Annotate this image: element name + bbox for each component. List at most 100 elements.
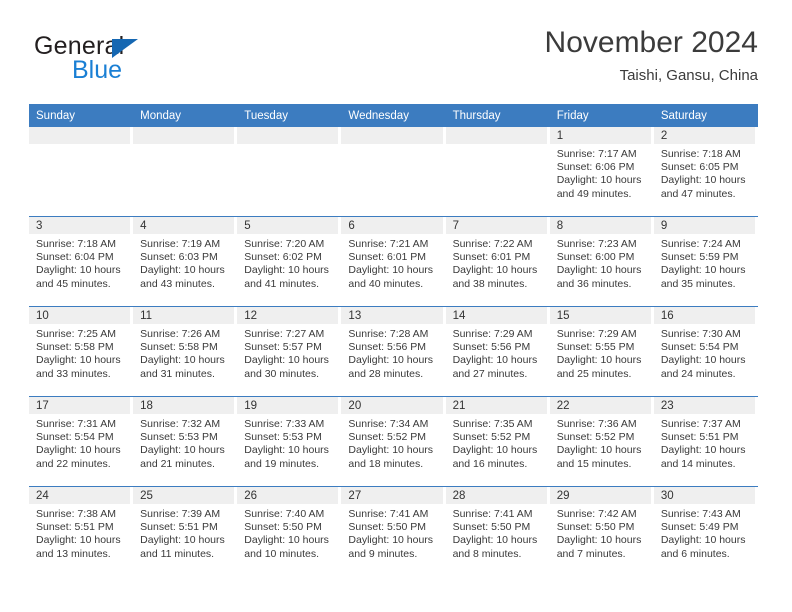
daylight-text-line2: and 8 minutes.: [452, 547, 522, 560]
title-block: November 2024 Taishi, Gansu, China: [545, 26, 758, 84]
calendar-day-cell[interactable]: 4 Sunrise: 7:19 AM Sunset: 6:03 PM Daylight…: [133, 216, 238, 307]
day-number-band: 13: [341, 307, 443, 324]
daylight-text-line2: and 19 minutes.: [244, 457, 319, 470]
daylight-text-line1: Daylight: 10 hours: [244, 444, 329, 457]
calendar-day-cell[interactable]: 30 Sunrise: 7:43 AM Sunset: 5:49 PM Dayligh…: [653, 486, 758, 576]
calendar-day-cell[interactable]: 15 Sunrise: 7:29 AM Sunset: 5:55 PM Dayligh…: [549, 306, 654, 397]
day-number: 15: [556, 310, 570, 322]
day-number-band: [237, 127, 339, 144]
sunset-text: Sunset: 6:01 PM: [348, 251, 427, 264]
logo-text-blue: Blue: [72, 56, 123, 84]
daylight-text-line2: and 36 minutes.: [556, 277, 632, 290]
calendar-week-row: 24 Sunrise: 7:38 AM Sunset: 5:51 PM Dayligh…: [29, 486, 758, 576]
calendar-day-cell[interactable]: 25 Sunrise: 7:39 AM Sunset: 5:51 PM Dayligh…: [133, 486, 238, 576]
sunset-text: Sunset: 6:00 PM: [556, 251, 635, 264]
daylight-text-line2: and 13 minutes.: [36, 547, 111, 560]
calendar-day-cell[interactable]: 23 Sunrise: 7:37 AM Sunset: 5:51 PM Dayligh…: [653, 396, 758, 487]
day-cell-inner: 23 Sunrise: 7:37 AM Sunset: 5:51 PM Dayligh…: [653, 397, 758, 486]
day-cell-inner: [29, 127, 133, 216]
day-sun-info: Sunrise: 7:39 AM Sunset: 5:51 PM Daylight:…: [133, 504, 237, 561]
day-number: 22: [556, 400, 570, 412]
sunset-text: Sunset: 5:49 PM: [660, 521, 739, 534]
calendar-day-cell[interactable]: 6 Sunrise: 7:21 AM Sunset: 6:01 PM Daylight…: [341, 216, 446, 307]
day-sun-info: Sunrise: 7:41 AM Sunset: 5:50 PM Daylight:…: [446, 504, 550, 561]
daylight-text-line1: Daylight: 10 hours: [452, 444, 538, 457]
calendar-day-cell-empty: [341, 127, 445, 217]
calendar-week-row: 17 Sunrise: 7:31 AM Sunset: 5:54 PM Dayligh…: [29, 396, 758, 487]
sunset-text: Sunset: 5:54 PM: [660, 341, 739, 354]
day-cell-inner: 1 Sunrise: 7:17 AM Sunset: 6:06 PM Daylight…: [549, 127, 654, 216]
calendar-day-cell[interactable]: 5 Sunrise: 7:20 AM Sunset: 6:02 PM Daylight…: [237, 216, 342, 307]
calendar-day-cell[interactable]: 14 Sunrise: 7:29 AM Sunset: 5:56 PM Dayligh…: [445, 306, 550, 397]
calendar-day-cell[interactable]: 22 Sunrise: 7:36 AM Sunset: 5:52 PM Dayligh…: [549, 396, 654, 487]
day-cell-inner: 20 Sunrise: 7:34 AM Sunset: 5:52 PM Dayligh…: [341, 397, 445, 486]
calendar-week-row: 1 Sunrise: 7:17 AM Sunset: 6:06 PM Daylight…: [29, 127, 758, 217]
day-number: 19: [244, 400, 258, 412]
calendar-day-cell[interactable]: 19 Sunrise: 7:33 AM Sunset: 5:53 PM Dayligh…: [237, 396, 342, 487]
calendar-day-cell[interactable]: 8 Sunrise: 7:23 AM Sunset: 6:00 PM Daylight…: [549, 216, 654, 307]
calendar-day-cell[interactable]: 12 Sunrise: 7:27 AM Sunset: 5:57 PM Dayligh…: [237, 306, 342, 397]
sunrise-text: Sunrise: 7:32 AM: [140, 418, 221, 430]
day-cell-inner: 18 Sunrise: 7:32 AM Sunset: 5:53 PM Dayligh…: [133, 397, 237, 486]
calendar-day-cell[interactable]: 13 Sunrise: 7:28 AM Sunset: 5:56 PM Dayligh…: [341, 306, 446, 397]
sunset-text: Sunset: 5:50 PM: [556, 521, 635, 534]
calendar-day-cell[interactable]: 28 Sunrise: 7:41 AM Sunset: 5:50 PM Dayligh…: [445, 486, 550, 576]
daylight-text-line1: Daylight: 10 hours: [36, 444, 121, 457]
day-number-band: 5: [237, 217, 339, 234]
calendar-day-cell[interactable]: 16 Sunrise: 7:30 AM Sunset: 5:54 PM Dayligh…: [653, 306, 758, 397]
day-number-band: 27: [341, 487, 443, 504]
generalblue-logo[interactable]: General Blue: [34, 32, 264, 88]
day-sun-info: Sunrise: 7:29 AM Sunset: 5:55 PM Daylight:…: [550, 324, 654, 381]
calendar-day-cell[interactable]: 21 Sunrise: 7:35 AM Sunset: 5:52 PM Dayligh…: [445, 396, 550, 487]
calendar-day-cell[interactable]: 7 Sunrise: 7:22 AM Sunset: 6:01 PM Daylight…: [445, 216, 550, 307]
calendar-day-cell[interactable]: 2 Sunrise: 7:18 AM Sunset: 6:05 PM Daylight…: [653, 127, 758, 217]
daylight-text-line2: and 14 minutes.: [660, 457, 736, 470]
calendar-day-cell[interactable]: 29 Sunrise: 7:42 AM Sunset: 5:50 PM Dayligh…: [549, 486, 654, 576]
day-sun-info: Sunrise: 7:23 AM Sunset: 6:00 PM Daylight:…: [550, 234, 654, 291]
sunrise-text: Sunrise: 7:42 AM: [556, 508, 637, 520]
day-sun-info: Sunrise: 7:17 AM Sunset: 6:06 PM Daylight:…: [550, 144, 654, 201]
calendar-page: General Blue November 2024 Taishi, Gansu…: [0, 0, 792, 612]
calendar-day-cell[interactable]: 27 Sunrise: 7:41 AM Sunset: 5:50 PM Dayligh…: [341, 486, 446, 576]
daylight-text-line1: Daylight: 10 hours: [244, 354, 329, 367]
day-number: 8: [556, 220, 564, 232]
daylight-text-line2: and 35 minutes.: [660, 277, 736, 290]
calendar-day-cell[interactable]: 26 Sunrise: 7:40 AM Sunset: 5:50 PM Dayligh…: [237, 486, 342, 576]
day-number-band: 22: [549, 397, 651, 414]
calendar-day-cell[interactable]: 18 Sunrise: 7:32 AM Sunset: 5:53 PM Dayligh…: [133, 396, 238, 487]
day-number: 12: [244, 310, 258, 322]
daylight-text-line2: and 49 minutes.: [556, 187, 632, 200]
sunset-text: Sunset: 5:51 PM: [660, 431, 739, 444]
day-number-band: 2: [653, 127, 755, 144]
calendar-day-cell[interactable]: 24 Sunrise: 7:38 AM Sunset: 5:51 PM Dayligh…: [29, 486, 134, 576]
sunset-text: Sunset: 6:01 PM: [452, 251, 531, 264]
day-number: [237, 127, 338, 129]
day-cell-inner: 3 Sunrise: 7:18 AM Sunset: 6:04 PM Daylight…: [29, 217, 133, 306]
day-number-band: 3: [29, 217, 131, 234]
day-number-band: 19: [237, 397, 339, 414]
daylight-text-line2: and 7 minutes.: [556, 547, 626, 560]
daylight-text-line2: and 11 minutes.: [140, 547, 215, 560]
daylight-text-line1: Daylight: 10 hours: [556, 174, 642, 187]
calendar-day-cell-empty: [29, 127, 133, 217]
day-number-band: 21: [445, 397, 547, 414]
day-number: 13: [348, 310, 362, 322]
day-number-band: [445, 127, 547, 144]
calendar-day-cell[interactable]: 20 Sunrise: 7:34 AM Sunset: 5:52 PM Dayligh…: [341, 396, 446, 487]
sunrise-text: Sunrise: 7:40 AM: [244, 508, 325, 520]
day-sun-info: Sunrise: 7:27 AM Sunset: 5:57 PM Daylight:…: [237, 324, 341, 381]
calendar-day-cell[interactable]: 10 Sunrise: 7:25 AM Sunset: 5:58 PM Dayligh…: [29, 306, 134, 397]
daylight-text-line1: Daylight: 10 hours: [140, 264, 225, 277]
calendar-day-cell[interactable]: 9 Sunrise: 7:24 AM Sunset: 5:59 PM Daylight…: [653, 216, 758, 307]
sunrise-text: Sunrise: 7:19 AM: [140, 238, 221, 250]
calendar-day-cell[interactable]: 1 Sunrise: 7:17 AM Sunset: 6:06 PM Daylight…: [549, 127, 654, 217]
day-number: [341, 127, 442, 129]
day-cell-inner: 13 Sunrise: 7:28 AM Sunset: 5:56 PM Dayligh…: [341, 307, 445, 396]
sunrise-text: Sunrise: 7:20 AM: [244, 238, 325, 250]
calendar-day-cell[interactable]: 17 Sunrise: 7:31 AM Sunset: 5:54 PM Dayligh…: [29, 396, 134, 487]
day-sun-info: Sunrise: 7:34 AM Sunset: 5:52 PM Daylight:…: [341, 414, 445, 471]
calendar-table: Sunday Monday Tuesday Wednesday Thursday…: [29, 104, 758, 576]
day-number-band: 24: [29, 487, 131, 504]
calendar-day-cell[interactable]: 11 Sunrise: 7:26 AM Sunset: 5:58 PM Dayligh…: [133, 306, 238, 397]
calendar-day-cell[interactable]: 3 Sunrise: 7:18 AM Sunset: 6:04 PM Daylight…: [29, 216, 134, 307]
